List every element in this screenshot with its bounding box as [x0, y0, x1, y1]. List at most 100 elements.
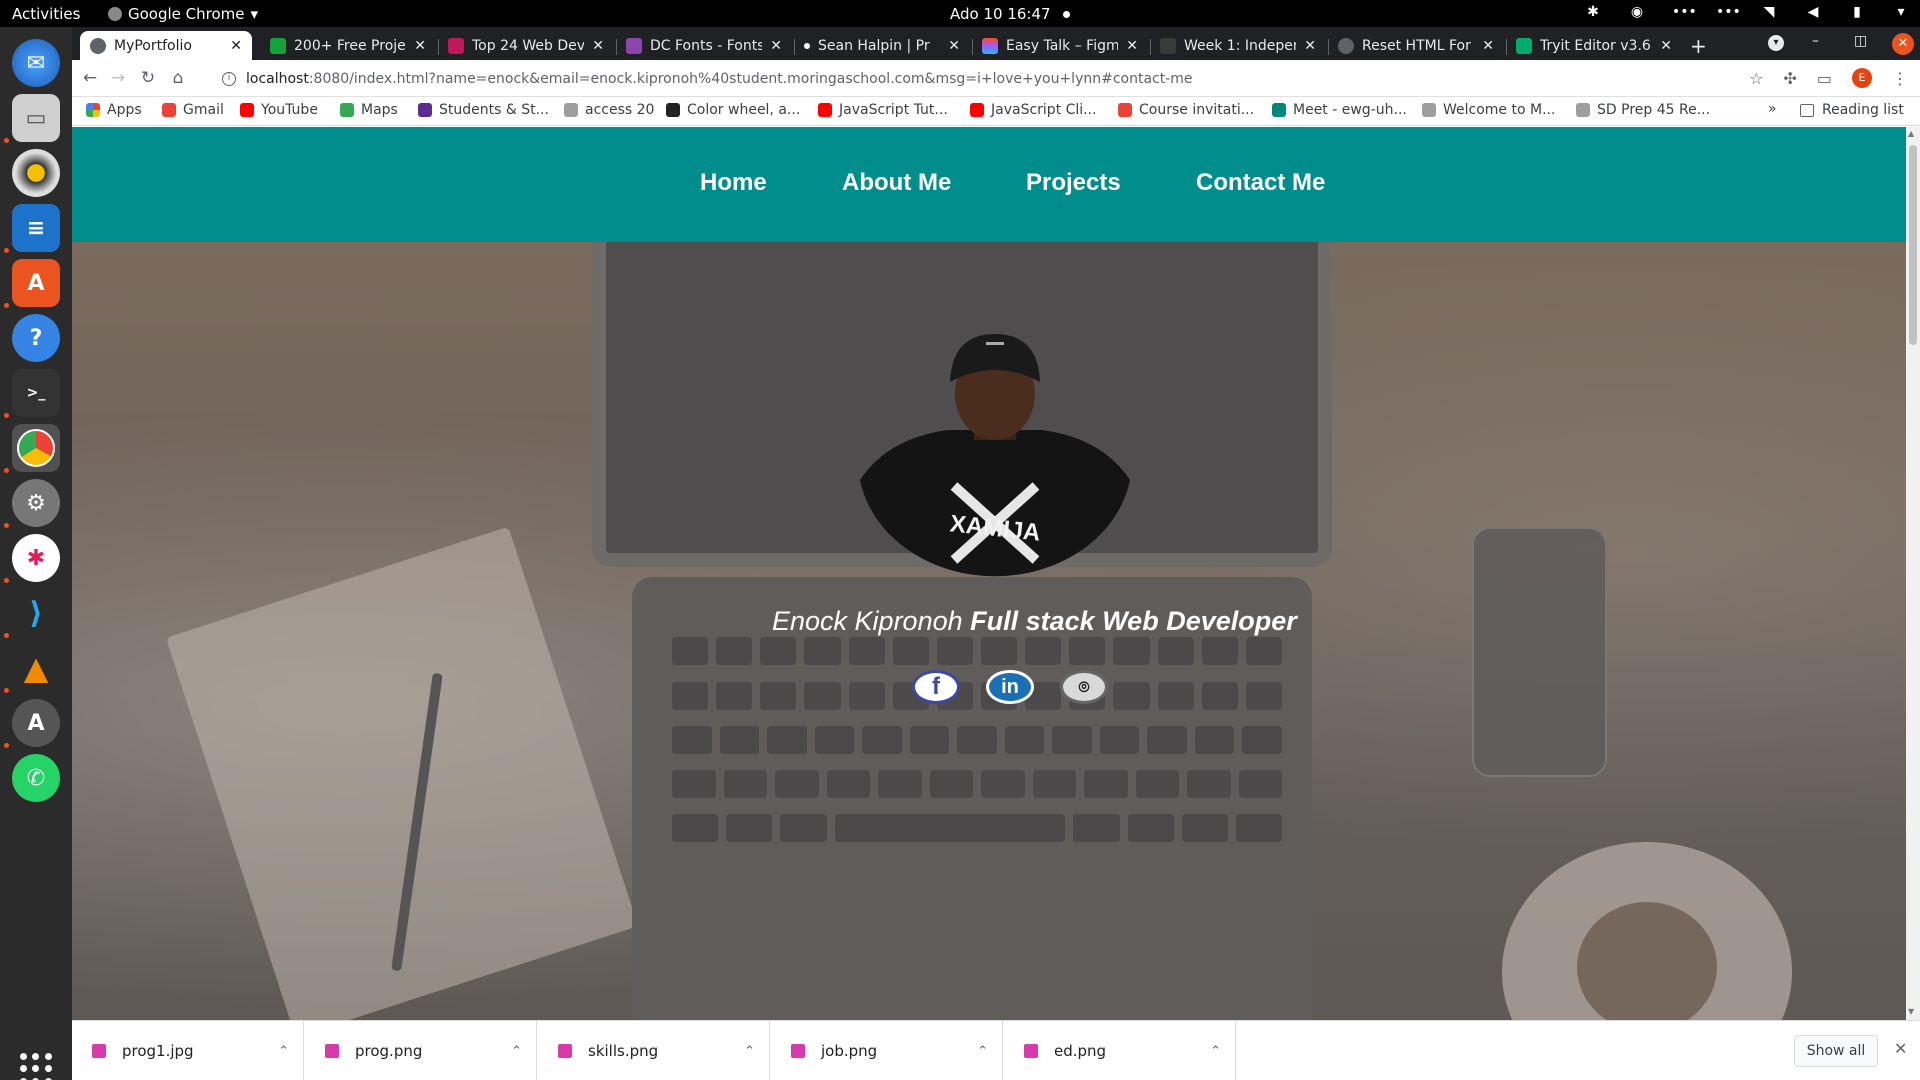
bookmark-access-20[interactable]: access 20 — [564, 102, 654, 118]
whatsapp-tray-icon[interactable]: ◉ — [1628, 3, 1646, 21]
new-tab-plus-icon[interactable]: + — [1690, 34, 1707, 58]
software-center-icon[interactable]: A — [12, 259, 60, 307]
profile-avatar[interactable]: E — [1852, 68, 1872, 88]
app-menu[interactable]: Google Chrome ▾ — [108, 5, 258, 23]
back-arrow-icon[interactable]: ← — [80, 68, 100, 88]
close-icon[interactable]: ✕ — [414, 38, 426, 54]
home-icon[interactable]: ⌂ — [168, 68, 188, 88]
close-icon[interactable]: ✕ — [1482, 38, 1494, 54]
system-tray[interactable]: ✱ ◉ ••• ••• ◥ ◀ ▮ ▾ — [1584, 3, 1910, 21]
more-tray-icon-2[interactable]: ••• — [1716, 3, 1741, 21]
download-item[interactable]: job.png ⌃ — [771, 1021, 1003, 1080]
bookmark-course-invitation[interactable]: Course invitati... — [1118, 102, 1254, 118]
bookmark-gmail[interactable]: Gmail — [162, 102, 224, 118]
tab-dc-fonts[interactable]: DC Fonts - Fonts ✕ — [616, 31, 792, 60]
activities-button[interactable]: Activities — [12, 5, 80, 23]
close-icon[interactable]: ✕ — [1126, 38, 1138, 54]
nav-contact-me[interactable]: Contact Me — [1196, 169, 1325, 197]
scroll-down-icon[interactable]: ▼ — [1908, 1007, 1914, 1016]
tab-sean-halpin[interactable]: Sean Halpin | Pr ✕ — [794, 31, 970, 60]
chrome-icon[interactable] — [12, 424, 60, 472]
show-applications-icon[interactable] — [20, 1053, 52, 1080]
nav-projects[interactable]: Projects — [1026, 169, 1121, 197]
bookmark-welcome[interactable]: Welcome to M... — [1422, 102, 1555, 118]
hero-section: XAMIJA Enock Kipronoh Full stack Web Dev… — [72, 242, 1906, 1020]
kebab-menu-icon[interactable]: ⋮ — [1892, 69, 1908, 88]
bookmark-maps[interactable]: Maps — [340, 102, 398, 118]
chevron-up-icon[interactable]: ⌃ — [744, 1044, 755, 1059]
wifi-icon[interactable]: ◥ — [1760, 3, 1778, 21]
scrollbar-thumb[interactable] — [1909, 145, 1917, 345]
download-item[interactable]: ed.png ⌃ — [1004, 1021, 1236, 1080]
bookmark-students[interactable]: Students & St... — [418, 102, 549, 118]
vlc-icon[interactable]: ▲ — [12, 644, 60, 692]
help-icon[interactable]: ? — [12, 314, 60, 362]
chevron-up-icon[interactable]: ⌃ — [977, 1044, 988, 1059]
minimize-icon[interactable]: – — [1812, 33, 1819, 49]
cast-icon[interactable]: ▭ — [1817, 69, 1832, 88]
nav-home[interactable]: Home — [700, 169, 767, 197]
close-icon[interactable]: ✕ — [770, 38, 782, 54]
bookmark-star-icon[interactable]: ☆ — [1749, 69, 1763, 88]
scroll-up-icon[interactable]: ▲ — [1908, 129, 1914, 138]
show-all-downloads-button[interactable]: Show all — [1794, 1035, 1878, 1067]
software-updater-icon[interactable]: A — [12, 699, 60, 747]
address-bar[interactable]: i localhost:8080/index.html?name=enock&e… — [212, 64, 1842, 93]
bookmark-apps[interactable]: Apps — [86, 102, 142, 118]
close-icon[interactable]: ✕ — [230, 38, 242, 54]
settings-icon[interactable]: ⚙ — [12, 479, 60, 527]
close-icon[interactable]: ✕ — [948, 38, 960, 54]
close-icon[interactable]: ✕ — [1660, 38, 1672, 54]
restore-icon[interactable]: ◫ — [1854, 33, 1867, 49]
libreoffice-writer-icon[interactable]: ≡ — [12, 204, 60, 252]
close-icon[interactable]: ✕ — [1894, 1039, 1907, 1058]
chevron-up-icon[interactable]: ⌃ — [511, 1044, 522, 1059]
close-icon[interactable]: ✕ — [1304, 38, 1316, 54]
bookmark-youtube[interactable]: YouTube — [240, 102, 318, 118]
nav-about-me[interactable]: About Me — [842, 169, 951, 197]
bookmark-color-wheel[interactable]: Color wheel, a... — [666, 102, 800, 118]
files-icon[interactable]: ▭ — [12, 94, 60, 142]
download-item[interactable]: prog.png ⌃ — [305, 1021, 537, 1080]
whatsapp-icon[interactable]: ✆ — [12, 754, 60, 802]
vscode-icon[interactable]: ⟩ — [12, 589, 60, 637]
chevron-down-icon[interactable]: ▾ — [1892, 3, 1910, 21]
forward-arrow-icon[interactable]: → — [108, 68, 128, 88]
slack-icon[interactable]: ✱ — [12, 534, 60, 582]
tab-myportfolio[interactable]: MyPortfolio ✕ — [80, 31, 252, 60]
tab-tryit-editor[interactable]: Tryit Editor v3.6 ✕ — [1506, 31, 1682, 60]
bookmark-sd-prep[interactable]: SD Prep 45 Re... — [1576, 102, 1710, 118]
battery-icon[interactable]: ▮ — [1848, 3, 1866, 21]
chevron-up-icon[interactable]: ⌃ — [278, 1044, 289, 1059]
facebook-icon[interactable]: f — [912, 670, 960, 704]
slack-tray-icon[interactable]: ✱ — [1584, 3, 1602, 21]
page-scrollbar[interactable]: ▲ ▼ — [1906, 127, 1920, 1020]
more-tray-icon[interactable]: ••• — [1672, 3, 1697, 21]
bookmark-javascript-cli[interactable]: JavaScript Cli... — [970, 102, 1097, 118]
more-bookmarks-icon[interactable]: » — [1768, 101, 1777, 117]
close-window-icon[interactable]: ✕ — [1892, 33, 1914, 55]
download-item[interactable]: skills.png ⌃ — [538, 1021, 770, 1080]
bookmark-meet[interactable]: Meet - ewg-uh... — [1272, 102, 1407, 118]
tab-week-1[interactable]: Week 1: Indepen ✕ — [1150, 31, 1326, 60]
chevron-up-icon[interactable]: ⌃ — [1210, 1044, 1221, 1059]
tab-search-icon[interactable]: ▾ — [1768, 35, 1784, 51]
rhythmbox-icon[interactable] — [12, 149, 60, 197]
clock[interactable]: Ado 10 16:47 — [950, 5, 1070, 23]
thunderbird-icon[interactable]: ✉ — [12, 39, 60, 87]
extensions-puzzle-icon[interactable]: ✣ — [1783, 69, 1796, 88]
tab-reset-html-form[interactable]: Reset HTML For ✕ — [1328, 31, 1504, 60]
github-icon[interactable]: ⌾ — [1060, 670, 1108, 704]
download-item[interactable]: prog1.jpg ⌃ — [72, 1021, 304, 1080]
tab-easy-talk-figma[interactable]: Easy Talk – Figm ✕ — [972, 31, 1148, 60]
tab-top-24-web-dev[interactable]: Top 24 Web Dev ✕ — [438, 31, 614, 60]
info-icon[interactable]: i — [222, 71, 236, 86]
reload-icon[interactable]: ↻ — [138, 68, 158, 88]
volume-icon[interactable]: ◀ — [1804, 3, 1822, 21]
close-icon[interactable]: ✕ — [592, 38, 604, 54]
bookmark-javascript-tut[interactable]: JavaScript Tut... — [818, 102, 948, 118]
tab-free-projects[interactable]: 200+ Free Projec ✕ — [260, 31, 436, 60]
linkedin-icon[interactable]: in — [986, 670, 1034, 704]
reading-list-button[interactable]: Reading list — [1800, 102, 1904, 118]
terminal-icon[interactable]: >_ — [12, 369, 60, 417]
